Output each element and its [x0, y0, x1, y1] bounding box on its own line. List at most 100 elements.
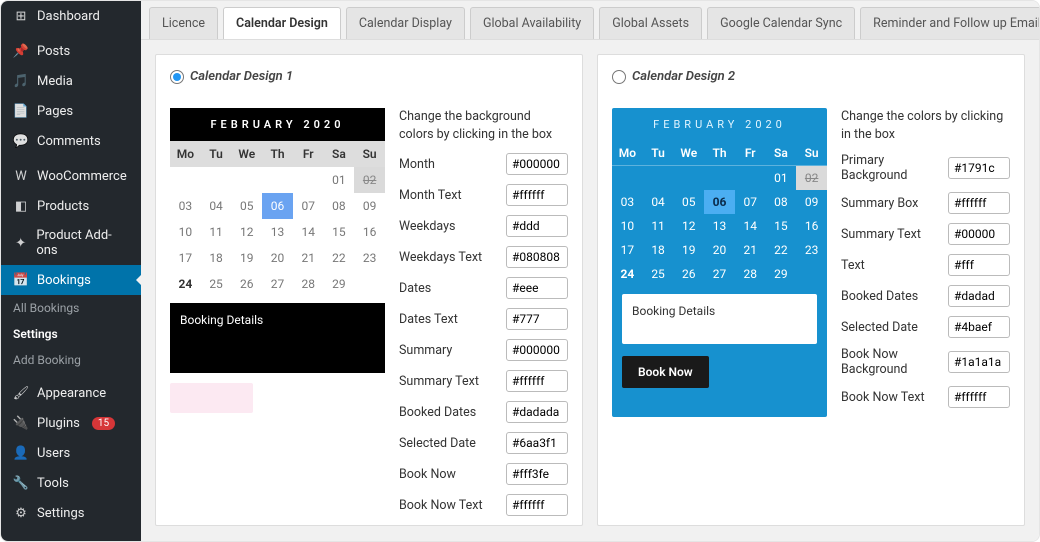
calendar-day[interactable]: 13: [262, 219, 293, 245]
calendar-day[interactable]: 21: [735, 238, 766, 262]
calendar-day[interactable]: 08: [324, 193, 355, 219]
color-input[interactable]: [506, 277, 568, 299]
color-input[interactable]: [506, 246, 568, 268]
sidebar-settings[interactable]: ⚙Settings: [1, 498, 141, 528]
design-1-radio[interactable]: Calendar Design 1: [170, 69, 568, 84]
sidebar-appearance[interactable]: 🖌Appearance: [1, 378, 141, 408]
calendar-day[interactable]: [201, 167, 232, 193]
color-input[interactable]: [506, 432, 568, 454]
color-input[interactable]: [948, 192, 1010, 214]
calendar-day[interactable]: 27: [704, 262, 735, 286]
calendar-day[interactable]: 11: [201, 219, 232, 245]
sidebar-product-addons[interactable]: ✦Product Add-ons: [1, 221, 141, 265]
calendar-day[interactable]: 01: [324, 167, 355, 193]
calendar-day[interactable]: 22: [324, 245, 355, 271]
sidebar-posts[interactable]: 📌Posts: [1, 36, 141, 66]
color-input[interactable]: [506, 184, 568, 206]
calendar-day[interactable]: 23: [354, 245, 385, 271]
calendar-day[interactable]: [735, 166, 766, 190]
calendar-day[interactable]: 21: [293, 245, 324, 271]
color-input[interactable]: [506, 339, 568, 361]
calendar-day[interactable]: 15: [324, 219, 355, 245]
calendar-day[interactable]: 06: [704, 190, 735, 214]
calendar-day[interactable]: 14: [293, 219, 324, 245]
calendar-day[interactable]: 26: [673, 262, 704, 286]
calendar-day[interactable]: 11: [643, 214, 674, 238]
color-input[interactable]: [506, 370, 568, 392]
color-input[interactable]: [506, 463, 568, 485]
calendar-day[interactable]: 12: [673, 214, 704, 238]
color-input[interactable]: [948, 223, 1010, 245]
calendar-day[interactable]: 01: [766, 166, 797, 190]
calendar-day[interactable]: 20: [262, 245, 293, 271]
calendar-day[interactable]: 02: [354, 167, 385, 193]
calendar-day[interactable]: 05: [231, 193, 262, 219]
calendar-day[interactable]: 26: [231, 271, 262, 297]
color-input[interactable]: [948, 157, 1010, 179]
color-input[interactable]: [506, 308, 568, 330]
calendar-day[interactable]: [231, 167, 262, 193]
color-input[interactable]: [948, 351, 1010, 373]
tab-calendar-display[interactable]: Calendar Display: [346, 7, 465, 39]
calendar-day[interactable]: 23: [796, 238, 827, 262]
color-input[interactable]: [948, 285, 1010, 307]
calendar-day[interactable]: 10: [612, 214, 643, 238]
tab-global-availability[interactable]: Global Availability: [470, 7, 594, 39]
color-input[interactable]: [948, 386, 1010, 408]
calendar-day[interactable]: 02: [796, 166, 827, 190]
tab-calendar-design[interactable]: Calendar Design: [223, 7, 341, 39]
sidebar-products[interactable]: ◧Products: [1, 191, 141, 221]
sidebar-dashboard[interactable]: ⊞Dashboard: [1, 1, 141, 31]
calendar-day[interactable]: [796, 262, 827, 286]
calendar-day[interactable]: 29: [324, 271, 355, 297]
calendar-day[interactable]: [704, 166, 735, 190]
calendar-day[interactable]: [262, 167, 293, 193]
calendar-day[interactable]: 03: [170, 193, 201, 219]
calendar-day[interactable]: 08: [766, 190, 797, 214]
sidebar-all-bookings[interactable]: All Bookings: [1, 295, 141, 321]
calendar-day[interactable]: [612, 166, 643, 190]
calendar-day[interactable]: 24: [170, 271, 201, 297]
sidebar-add-booking[interactable]: Add Booking: [1, 347, 141, 373]
calendar-day[interactable]: 17: [170, 245, 201, 271]
calendar-day[interactable]: 24: [612, 262, 643, 286]
calendar-day[interactable]: 20: [704, 238, 735, 262]
calendar-day[interactable]: 07: [293, 193, 324, 219]
sidebar-media[interactable]: 🎵Media: [1, 66, 141, 96]
calendar-day[interactable]: 17: [612, 238, 643, 262]
sidebar-woocommerce[interactable]: WWooCommerce: [1, 161, 141, 191]
design-2-radio[interactable]: Calendar Design 2: [612, 69, 1010, 84]
calendar-day[interactable]: 05: [673, 190, 704, 214]
calendar-day[interactable]: 29: [766, 262, 797, 286]
sidebar-tools[interactable]: 🔧Tools: [1, 468, 141, 498]
calendar-day[interactable]: 09: [796, 190, 827, 214]
calendar-day[interactable]: 28: [293, 271, 324, 297]
sidebar-pages[interactable]: 📄Pages: [1, 96, 141, 126]
calendar-day[interactable]: 22: [766, 238, 797, 262]
color-input[interactable]: [948, 316, 1010, 338]
color-input[interactable]: [506, 401, 568, 423]
calendar-day[interactable]: 12: [231, 219, 262, 245]
calendar-day[interactable]: 07: [735, 190, 766, 214]
cal2-book-now[interactable]: Book Now: [622, 356, 709, 388]
sidebar-bookings[interactable]: 📅Bookings: [1, 265, 141, 295]
sidebar-settings-sub[interactable]: Settings: [1, 321, 141, 347]
calendar-day[interactable]: [293, 167, 324, 193]
calendar-day[interactable]: 04: [643, 190, 674, 214]
calendar-day[interactable]: 13: [704, 214, 735, 238]
tab-licence[interactable]: Licence: [149, 7, 218, 39]
color-input[interactable]: [948, 254, 1010, 276]
sidebar-cloudways[interactable]: ☁Cloudways Migrate: [1, 533, 141, 541]
calendar-day[interactable]: 10: [170, 219, 201, 245]
calendar-day[interactable]: 09: [354, 193, 385, 219]
calendar-day[interactable]: 18: [643, 238, 674, 262]
color-input[interactable]: [506, 153, 568, 175]
calendar-day[interactable]: 19: [231, 245, 262, 271]
tab-reminder[interactable]: Reminder and Follow up Emails: [860, 7, 1039, 39]
calendar-day[interactable]: 15: [766, 214, 797, 238]
calendar-day[interactable]: 28: [735, 262, 766, 286]
calendar-day[interactable]: 03: [612, 190, 643, 214]
calendar-day[interactable]: 25: [201, 271, 232, 297]
sidebar-users[interactable]: 👤Users: [1, 438, 141, 468]
color-input[interactable]: [506, 215, 568, 237]
